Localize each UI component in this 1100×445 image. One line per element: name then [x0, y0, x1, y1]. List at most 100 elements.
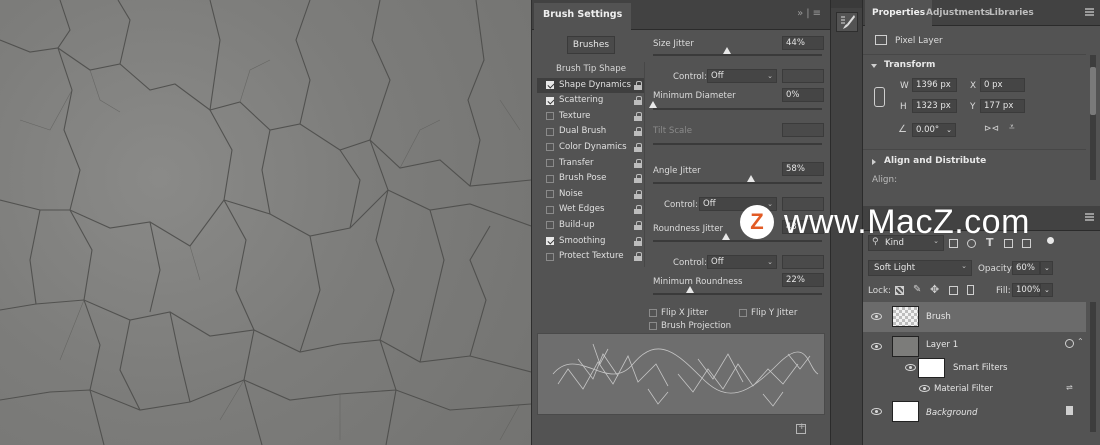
lock-transparent-icon[interactable]	[895, 286, 904, 295]
checkbox-checked[interactable]	[546, 237, 554, 246]
checkbox[interactable]	[546, 190, 554, 199]
slider-thumb[interactable]	[747, 175, 756, 182]
list-item-wet-edges[interactable]: Wet Edges	[537, 202, 644, 218]
lock-icon[interactable]	[634, 220, 642, 230]
collapse-menu-icon[interactable]: »|≡	[797, 8, 824, 19]
lock-all-icon[interactable]	[967, 285, 974, 295]
checkbox[interactable]	[546, 174, 554, 183]
layer-row-background[interactable]: Background	[863, 398, 1086, 426]
opacity-input[interactable]: 60%	[1012, 261, 1040, 275]
slider-thumb[interactable]	[649, 101, 657, 108]
filter-toggle-icon[interactable]	[1047, 237, 1054, 244]
properties-scrollbar[interactable]	[1090, 55, 1096, 180]
lock-icon[interactable]	[634, 236, 642, 246]
lock-icon[interactable]	[1066, 406, 1073, 415]
tab-brush-settings[interactable]: Brush Settings	[534, 3, 632, 30]
slider-thumb[interactable]	[686, 286, 695, 293]
layer-row-material-filter[interactable]: Material Filter ⇌	[863, 380, 1086, 398]
chevron-down-icon[interactable]	[871, 64, 877, 68]
checkbox[interactable]	[546, 159, 554, 168]
angle-jitter-input[interactable]: 58%	[782, 162, 824, 176]
lock-icon[interactable]	[634, 158, 642, 168]
x-input[interactable]: 0 px	[980, 78, 1025, 92]
control-extra-input[interactable]	[782, 69, 824, 83]
layer-name[interactable]: Background	[926, 408, 977, 418]
control-dropdown-roundness[interactable]: Off ⌄	[707, 255, 777, 269]
layer-row-smart-filters[interactable]: Smart Filters	[863, 356, 1086, 380]
chevron-right-icon[interactable]	[872, 159, 876, 165]
list-item-smoothing[interactable]: Smoothing	[537, 234, 644, 250]
blend-mode-dropdown[interactable]: Soft Light ⌄	[868, 260, 972, 276]
visibility-eye-icon[interactable]	[871, 408, 882, 415]
lock-position-icon[interactable]: ✥	[930, 283, 939, 296]
list-item-shape-dynamics[interactable]: Shape Dynamics	[537, 77, 644, 94]
list-item-dual-brush[interactable]: Dual Brush	[537, 124, 644, 140]
brush-projection-checkbox[interactable]	[649, 322, 657, 330]
visibility-eye-icon[interactable]	[871, 313, 882, 320]
lock-icon[interactable]	[634, 189, 642, 199]
checkbox-checked[interactable]	[546, 96, 554, 105]
checkbox[interactable]	[546, 127, 554, 136]
lock-icon[interactable]	[634, 127, 642, 137]
list-item-protect-texture[interactable]: Protect Texture	[537, 249, 644, 265]
min-roundness-slider[interactable]	[653, 286, 822, 295]
flip-x-checkbox[interactable]	[649, 309, 657, 317]
flip-vertical-icon[interactable]: ⩡	[1009, 122, 1015, 133]
list-item-noise[interactable]: Noise	[537, 187, 644, 203]
min-diameter-input[interactable]: 0%	[782, 88, 824, 102]
brushes-button[interactable]: Brushes	[567, 36, 615, 54]
slider-thumb[interactable]	[721, 233, 730, 240]
brush-settings-toggle-icon[interactable]	[836, 12, 858, 32]
angle-input[interactable]: 0.00° ⌄	[912, 123, 956, 137]
list-item-texture[interactable]: Texture	[537, 109, 644, 125]
link-icon[interactable]	[874, 87, 885, 107]
checkbox[interactable]	[546, 112, 554, 121]
visibility-eye-icon[interactable]	[919, 385, 930, 392]
size-jitter-slider[interactable]	[653, 47, 822, 56]
angle-jitter-slider[interactable]	[653, 175, 822, 184]
list-item-scattering[interactable]: Scattering	[537, 93, 644, 109]
smart-filter-icon[interactable]	[1065, 339, 1074, 348]
layer-name[interactable]: Brush	[926, 312, 951, 322]
layer-name[interactable]: Layer 1	[926, 340, 958, 350]
panel-menu-icon[interactable]	[1085, 213, 1094, 221]
slider-thumb[interactable]	[723, 47, 732, 54]
lock-artboard-icon[interactable]	[949, 286, 958, 295]
tab-libraries[interactable]: Libraries	[982, 0, 1041, 26]
chevron-up-icon[interactable]: ⌃	[1077, 337, 1084, 346]
opacity-slider-toggle[interactable]: ⌄	[1040, 261, 1053, 275]
list-item-brush-tip-shape[interactable]: Brush Tip Shape	[537, 62, 644, 78]
control-extra-input[interactable]	[782, 255, 824, 269]
tilt-scale-input[interactable]	[782, 123, 824, 137]
list-item-color-dynamics[interactable]: Color Dynamics	[537, 140, 644, 156]
checkbox[interactable]	[546, 205, 554, 214]
visibility-eye-icon[interactable]	[871, 343, 882, 350]
size-jitter-input[interactable]: 44%	[782, 36, 824, 50]
layer-row-brush[interactable]: Brush	[863, 302, 1086, 332]
layer-name[interactable]: Material Filter	[934, 384, 993, 394]
scroll-thumb[interactable]	[1090, 67, 1096, 115]
lock-icon[interactable]	[634, 174, 642, 184]
lock-icon[interactable]	[634, 80, 642, 90]
new-brush-icon[interactable]	[796, 422, 806, 434]
filter-options-icon[interactable]: ⇌	[1066, 383, 1073, 392]
lock-icon[interactable]	[634, 252, 642, 262]
layer-name[interactable]: Smart Filters	[953, 363, 1008, 373]
control-dropdown-size[interactable]: Off ⌄	[707, 69, 777, 83]
checkbox[interactable]	[546, 252, 554, 261]
checkbox-checked[interactable]	[546, 81, 554, 90]
list-item-build-up[interactable]: Build-up	[537, 218, 644, 234]
flip-y-checkbox[interactable]	[739, 309, 747, 317]
lock-icon[interactable]	[634, 96, 642, 106]
layers-scrollbar[interactable]	[1090, 302, 1096, 432]
lock-icon[interactable]	[634, 142, 642, 152]
width-input[interactable]: 1396 px	[912, 78, 957, 92]
lock-image-icon[interactable]: ✎	[913, 284, 921, 295]
checkbox[interactable]	[546, 221, 554, 230]
tilt-scale-slider[interactable]	[653, 143, 822, 145]
list-item-transfer[interactable]: Transfer	[537, 156, 644, 172]
panel-menu-icon[interactable]	[1085, 8, 1094, 16]
lock-icon[interactable]	[634, 205, 642, 215]
visibility-eye-icon[interactable]	[905, 364, 916, 371]
fill-input[interactable]: 100%	[1012, 283, 1040, 297]
